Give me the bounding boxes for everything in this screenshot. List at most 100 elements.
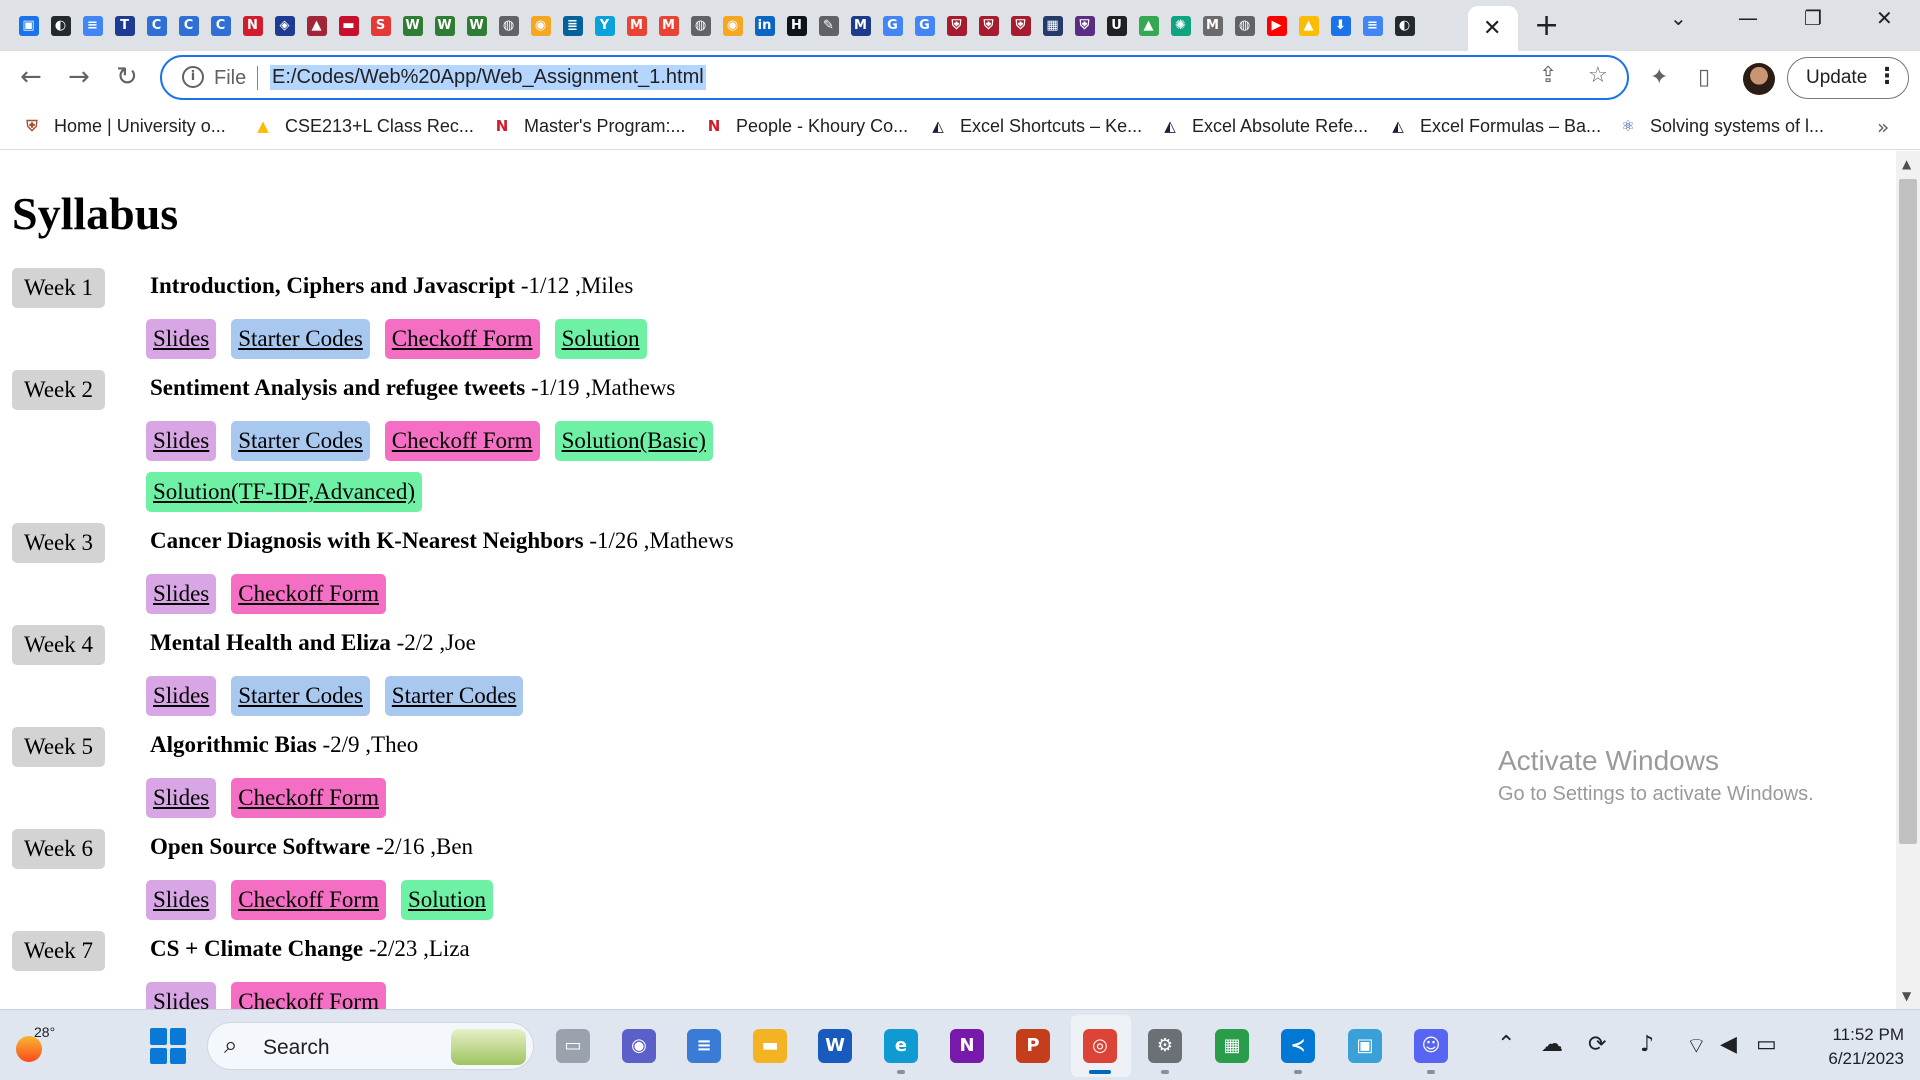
slides-link[interactable]: Slides [146,421,217,461]
bookmark-item[interactable]: ◭ Excel Formulas – Ba... [1388,116,1601,137]
tab-13[interactable]: W [430,11,459,40]
tab-32[interactable]: ▦ [1038,11,1067,40]
tab-14[interactable]: W [462,11,491,40]
tab-39[interactable]: ▶ [1262,11,1291,40]
bookmark-star-icon[interactable]: ☆ [1588,63,1608,88]
active-tab[interactable]: ✕ [1468,6,1518,51]
tab-4[interactable]: C [142,11,171,40]
tab-36[interactable]: ✺ [1166,11,1195,40]
weather-widget[interactable]: 28° [14,1024,55,1062]
tab-6[interactable]: C [206,11,235,40]
tab-0[interactable]: ▣ [14,11,43,40]
microphone-icon[interactable]: ♪ [1640,1032,1654,1057]
bookmarks-overflow-icon[interactable]: » [1877,115,1889,139]
tab-30[interactable]: ⛨ [974,11,1003,40]
checkoff-link[interactable]: Checkoff Form [384,421,540,461]
scroll-down-arrow-icon[interactable]: ▼ [1902,989,1911,1003]
tab-42[interactable]: ≡ [1358,11,1387,40]
tab-27[interactable]: G [878,11,907,40]
volume-icon[interactable]: ◀ [1720,1032,1737,1057]
tab-34[interactable]: U [1102,11,1131,40]
taskbar-app[interactable]: ▣ [1346,1027,1384,1065]
tab-35[interactable]: ▲ [1134,11,1163,40]
tab-8[interactable]: ◈ [270,11,299,40]
slides-link[interactable]: Slides [146,778,217,818]
bookmark-item[interactable]: ⛨ Home | University o... [22,116,225,137]
tab-11[interactable]: S [366,11,395,40]
battery-icon[interactable]: ▭ [1756,1032,1777,1057]
tray-overflow-chevron-icon[interactable]: ⌃ [1497,1032,1515,1057]
checkoff-link[interactable]: Checkoff Form [231,778,386,818]
taskbar-search[interactable]: ⌕ Search [207,1022,534,1070]
wifi-icon[interactable]: ⌔ [1686,1032,1707,1060]
tab-1[interactable]: ◐ [46,11,75,40]
solution-link[interactable]: Solution(TF-IDF,Advanced) [146,472,422,512]
scrollbar-thumb[interactable] [1899,179,1917,844]
slides-link[interactable]: Slides [146,982,217,1009]
taskbar-store[interactable]: ▦ [1213,1027,1251,1065]
bookmark-item[interactable]: ◭ Excel Absolute Refe... [1160,116,1368,137]
tab-40[interactable]: ▲ [1294,11,1323,40]
share-icon[interactable]: ⇪ [1539,63,1557,88]
sync-icon[interactable]: ⟳ [1588,1032,1606,1057]
taskbar-settings[interactable]: ⚙ [1146,1027,1184,1065]
tab-25[interactable]: ✎ [814,11,843,40]
slides-link[interactable]: Slides [146,319,217,359]
tab-3[interactable]: T [110,11,139,40]
starter-link[interactable]: Starter Codes [231,676,370,716]
tab-29[interactable]: ⛨ [942,11,971,40]
tab-28[interactable]: G [910,11,939,40]
tab-24[interactable]: H [782,11,811,40]
starter-link[interactable]: Starter Codes [384,676,524,716]
taskbar-onenote[interactable]: N [948,1027,986,1065]
bookmark-item[interactable]: ▲ CSE213+L Class Rec... [253,116,474,137]
slides-link[interactable]: Slides [146,880,217,920]
back-arrow-icon[interactable]: ← [20,62,42,92]
checkoff-link[interactable]: Checkoff Form [231,574,386,614]
tab-20[interactable]: M [654,11,683,40]
tab-10[interactable]: ▬ [334,11,363,40]
vertical-scrollbar[interactable]: ▲ ▼ [1896,151,1920,1009]
tab-16[interactable]: ◉ [526,11,555,40]
solution-link[interactable]: Solution(Basic) [554,421,713,461]
slides-link[interactable]: Slides [146,676,217,716]
checkoff-link[interactable]: Checkoff Form [384,319,540,359]
tab-18[interactable]: Y [590,11,619,40]
taskbar-chrome[interactable]: ◎ [1081,1027,1119,1065]
taskbar-desktop[interactable]: ▭ [554,1027,592,1065]
starter-link[interactable]: Starter Codes [231,319,370,359]
tab-15[interactable]: ◍ [494,11,523,40]
solution-link[interactable]: Solution [401,880,493,920]
bookmark-item[interactable]: N Master's Program:... [492,116,686,137]
new-tab-button[interactable]: + [1534,8,1559,43]
tab-37[interactable]: M [1198,11,1227,40]
forward-arrow-icon[interactable]: → [68,62,90,92]
window-close-icon[interactable]: ✕ [1876,6,1893,30]
tab-22[interactable]: ◉ [718,11,747,40]
tab-33[interactable]: ⛨ [1070,11,1099,40]
taskbar-powerpoint[interactable]: P [1014,1027,1052,1065]
tab-21[interactable]: ◍ [686,11,715,40]
taskbar-edge[interactable]: e [882,1027,920,1065]
url-text[interactable]: E:/Codes/Web%20App/Web_Assignment_1.html [270,65,706,90]
taskbar-word[interactable]: W [816,1027,854,1065]
tab-41[interactable]: ⬇ [1326,11,1355,40]
update-button[interactable]: Update ⋮ [1787,57,1909,99]
taskbar-vscode[interactable]: ≺ [1279,1027,1317,1065]
tab-38[interactable]: ◍ [1230,11,1259,40]
taskbar-file-explorer[interactable]: ▬ [751,1027,789,1065]
tab-search-chevron-icon[interactable]: ⌄ [1670,6,1687,30]
checkoff-link[interactable]: Checkoff Form [231,880,386,920]
bookmark-item[interactable]: ⚛ Solving systems of l... [1618,116,1824,137]
solution-link[interactable]: Solution [554,319,647,359]
tab-2[interactable]: ≡ [78,11,107,40]
tab-26[interactable]: M [846,11,875,40]
tab-close-icon[interactable]: ✕ [1483,16,1501,41]
bookmark-item[interactable]: N People - Khoury Co... [704,116,908,137]
restore-icon[interactable]: ❐ [1804,6,1822,30]
tab-7[interactable]: N [238,11,267,40]
bookmark-item[interactable]: ◭ Excel Shortcuts – Ke... [928,116,1142,137]
profile-avatar[interactable] [1743,63,1775,95]
taskbar-discord[interactable]: ☺ [1412,1027,1450,1065]
minimize-icon[interactable]: — [1738,6,1758,30]
